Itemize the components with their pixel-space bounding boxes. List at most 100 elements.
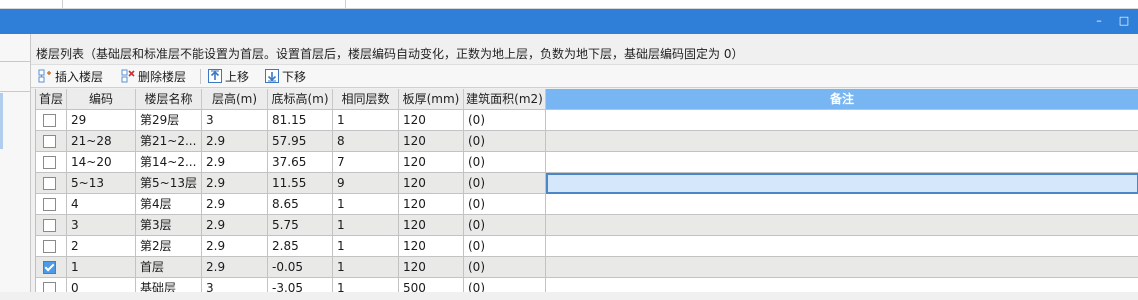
cell-name[interactable]: 首层 [136, 257, 202, 278]
restore-button[interactable]: □ [1114, 11, 1134, 31]
cell-height[interactable]: 3 [202, 110, 268, 131]
first-floor-checkbox[interactable] [43, 135, 56, 148]
first-floor-checkbox[interactable] [43, 156, 56, 169]
cell-slab[interactable]: 120 [399, 110, 464, 131]
first-floor-cell [36, 173, 67, 194]
header-code[interactable]: 编码 [67, 89, 136, 110]
cell-count[interactable]: 1 [333, 194, 399, 215]
minimize-button[interactable]: – [1089, 11, 1109, 31]
cell-name[interactable]: 第2层 [136, 236, 202, 257]
header-slab-thickness[interactable]: 板厚(mm) [399, 89, 464, 110]
header-floor-name[interactable]: 楼层名称 [136, 89, 202, 110]
cell-slab[interactable]: 120 [399, 194, 464, 215]
table-row[interactable]: 14~20 第14~2... 2.9 37.65 7 120 (0) [36, 152, 1138, 173]
cell-base[interactable]: 37.65 [268, 152, 333, 173]
cell-name[interactable]: 第4层 [136, 194, 202, 215]
cell-count[interactable]: 1 [333, 236, 399, 257]
cell-count[interactable]: 8 [333, 131, 399, 152]
table-row[interactable]: 1 首层 2.9 -0.05 1 120 (0) [36, 257, 1138, 278]
cell-base[interactable]: 2.85 [268, 236, 333, 257]
cell-height[interactable]: 2.9 [202, 152, 268, 173]
table-row[interactable]: 2 第2层 2.9 2.85 1 120 (0) [36, 236, 1138, 257]
cell-code[interactable]: 4 [67, 194, 136, 215]
cell-count[interactable]: 9 [333, 173, 399, 194]
cell-slab[interactable]: 120 [399, 152, 464, 173]
cell-name[interactable]: 第5~13层 [136, 173, 202, 194]
cell-base[interactable]: 5.75 [268, 215, 333, 236]
header-note[interactable]: 备注 [546, 89, 1138, 110]
header-floor-area[interactable]: 建筑面积(m2) [464, 89, 546, 110]
table-row[interactable]: 29 第29层 3 81.15 1 120 (0) [36, 110, 1138, 131]
table-row[interactable]: 21~28 第21~2... 2.9 57.95 8 120 (0) [36, 131, 1138, 152]
cell-height[interactable]: 2.9 [202, 257, 268, 278]
cell-note[interactable] [546, 215, 1138, 236]
cell-slab[interactable]: 120 [399, 257, 464, 278]
checkbox-checked-icon[interactable] [43, 261, 56, 274]
cell-code[interactable]: 1 [67, 257, 136, 278]
cell-base[interactable]: 81.15 [268, 110, 333, 131]
cell-note[interactable] [546, 194, 1138, 215]
table-row[interactable]: 5~13 第5~13层 2.9 11.55 9 120 (0) [36, 173, 1138, 194]
cell-slab[interactable]: 120 [399, 236, 464, 257]
bottom-edge [0, 292, 1138, 300]
cell-slab[interactable]: 120 [399, 215, 464, 236]
cell-note[interactable] [546, 173, 1138, 194]
first-floor-checkbox[interactable] [43, 198, 56, 211]
cell-area[interactable]: (0) [464, 215, 546, 236]
cell-code[interactable]: 21~28 [67, 131, 136, 152]
move-down-button[interactable]: 下移 [265, 67, 306, 85]
cell-height[interactable]: 2.9 [202, 194, 268, 215]
cell-base[interactable]: -0.05 [268, 257, 333, 278]
cell-height[interactable]: 2.9 [202, 131, 268, 152]
cell-code[interactable]: 14~20 [67, 152, 136, 173]
cell-height[interactable]: 2.9 [202, 173, 268, 194]
first-floor-checkbox[interactable] [43, 219, 56, 232]
cell-area[interactable]: (0) [464, 257, 546, 278]
cell-name[interactable]: 第21~2... [136, 131, 202, 152]
cell-base[interactable]: 57.95 [268, 131, 333, 152]
cell-code[interactable]: 3 [67, 215, 136, 236]
floor-table: 首层 编码 楼层名称 层高(m) 底标高(m) 相同层数 板厚(mm) 建筑面积… [35, 89, 1138, 300]
cell-area[interactable]: (0) [464, 131, 546, 152]
cell-count[interactable]: 1 [333, 257, 399, 278]
move-up-button[interactable]: 上移 [208, 67, 249, 85]
cell-area[interactable]: (0) [464, 236, 546, 257]
first-floor-checkbox[interactable] [43, 177, 56, 190]
cell-height[interactable]: 2.9 [202, 236, 268, 257]
table-row[interactable]: 3 第3层 2.9 5.75 1 120 (0) [36, 215, 1138, 236]
cell-code[interactable]: 29 [67, 110, 136, 131]
header-same-count[interactable]: 相同层数 [333, 89, 399, 110]
table-row[interactable]: 4 第4层 2.9 8.65 1 120 (0) [36, 194, 1138, 215]
first-floor-checkbox[interactable] [43, 114, 56, 127]
cell-note[interactable] [546, 152, 1138, 173]
header-floor-height[interactable]: 层高(m) [202, 89, 268, 110]
cell-count[interactable]: 1 [333, 110, 399, 131]
cell-name[interactable]: 第3层 [136, 215, 202, 236]
cell-area[interactable]: (0) [464, 152, 546, 173]
cell-count[interactable]: 1 [333, 215, 399, 236]
cell-name[interactable]: 第14~2... [136, 152, 202, 173]
move-up-icon [208, 69, 222, 83]
cell-note[interactable] [546, 257, 1138, 278]
header-base-elevation[interactable]: 底标高(m) [268, 89, 333, 110]
cell-note[interactable] [546, 131, 1138, 152]
cell-area[interactable]: (0) [464, 173, 546, 194]
delete-floor-button[interactable]: 删除楼层 [121, 67, 186, 85]
cell-code[interactable]: 2 [67, 236, 136, 257]
cell-height[interactable]: 2.9 [202, 215, 268, 236]
cell-slab[interactable]: 120 [399, 173, 464, 194]
cell-base[interactable]: 8.65 [268, 194, 333, 215]
cell-name[interactable]: 第29层 [136, 110, 202, 131]
cell-slab[interactable]: 120 [399, 131, 464, 152]
cell-base[interactable]: 11.55 [268, 173, 333, 194]
header-first-floor[interactable]: 首层 [36, 89, 67, 110]
insert-floor-button[interactable]: 插入楼层 [38, 67, 103, 85]
cell-note[interactable] [546, 236, 1138, 257]
cell-note[interactable] [546, 110, 1138, 131]
cell-count[interactable]: 7 [333, 152, 399, 173]
cell-area[interactable]: (0) [464, 194, 546, 215]
side-panel-selection[interactable] [0, 93, 3, 149]
first-floor-checkbox[interactable] [43, 240, 56, 253]
cell-area[interactable]: (0) [464, 110, 546, 131]
cell-code[interactable]: 5~13 [67, 173, 136, 194]
